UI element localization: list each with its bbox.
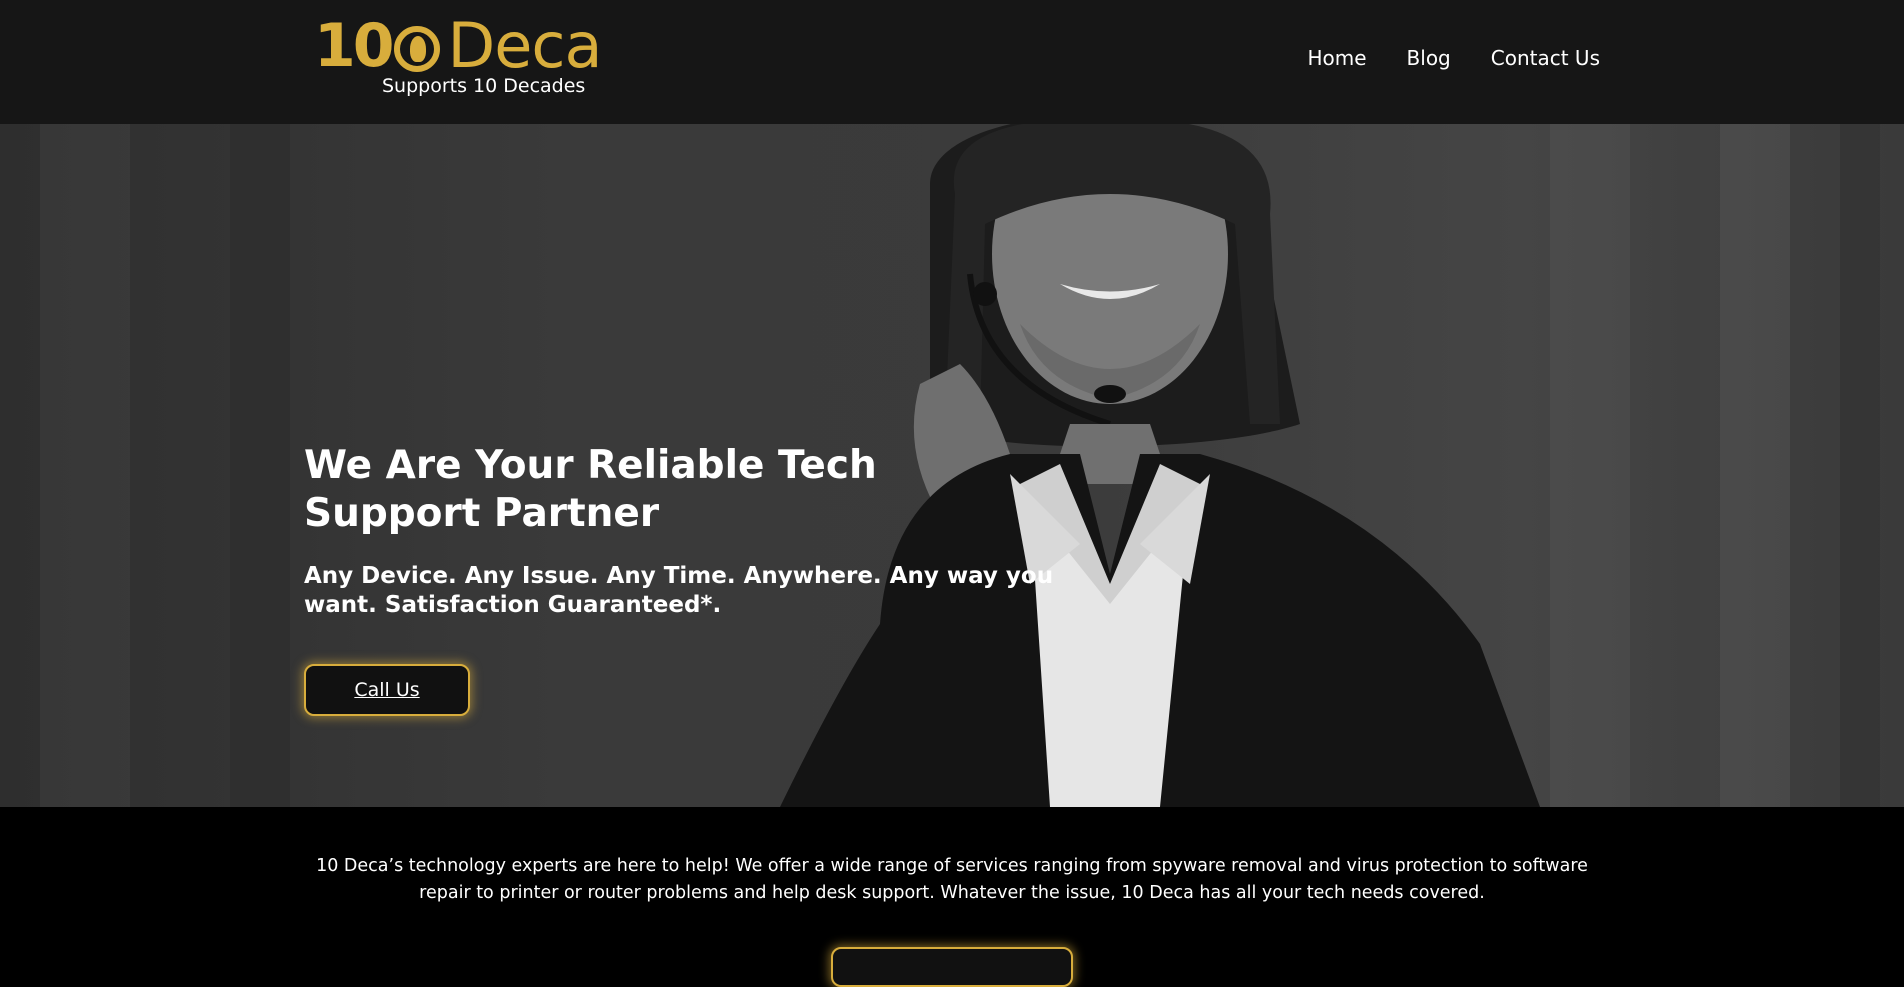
logo-tagline: Supports 10 Decades	[382, 75, 586, 97]
logo-mark: 10 Deca	[314, 9, 603, 82]
secondary-cta-button[interactable]	[831, 947, 1073, 987]
logo-word: Deca	[447, 9, 603, 82]
logo-number: 10	[314, 11, 394, 81]
headset-person-icon	[393, 26, 440, 72]
nav-blog-link[interactable]: Blog	[1407, 46, 1451, 70]
background-shelf	[1720, 124, 1790, 807]
site-header: 10 Deca Supports 10 Decades Home Blog Co…	[0, 0, 1904, 124]
background-shelf	[1840, 124, 1880, 807]
nav-contact-link[interactable]: Contact Us	[1491, 46, 1600, 70]
main-nav: Home Blog Contact Us	[1307, 46, 1600, 70]
background-shelf	[40, 124, 130, 807]
brand-logo[interactable]: 10 Deca Supports 10 Decades	[314, 14, 602, 102]
hero-section: We Are Your Reliable Tech Support Partne…	[0, 124, 1904, 807]
call-us-button[interactable]: Call Us	[304, 664, 470, 716]
hero-subtitle: Any Device. Any Issue. Any Time. Anywher…	[304, 563, 1054, 618]
hero-title: We Are Your Reliable Tech Support Partne…	[304, 443, 877, 536]
intro-section: 10 Deca’s technology experts are here to…	[0, 807, 1904, 987]
nav-home-link[interactable]: Home	[1307, 46, 1366, 70]
intro-paragraph: 10 Deca’s technology experts are here to…	[316, 856, 1588, 903]
background-shelf	[230, 124, 290, 807]
